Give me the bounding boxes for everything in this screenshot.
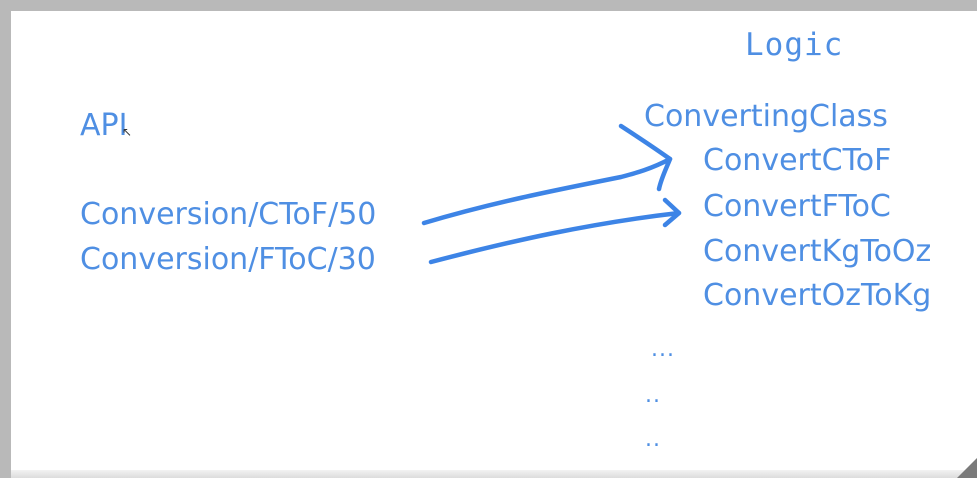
arrowhead-upper [618,123,673,192]
resize-corner-icon[interactable] [957,458,977,478]
arrows-layer [421,123,682,265]
bottom-edge-bar [11,470,977,478]
arrow-ctof-to-convert-ctof [421,156,673,226]
whiteboard-canvas: Logic API ↖ ConvertingClass ConvertCToF … [11,11,977,478]
arrow-ftoc-to-convert-ftoc [428,210,682,265]
